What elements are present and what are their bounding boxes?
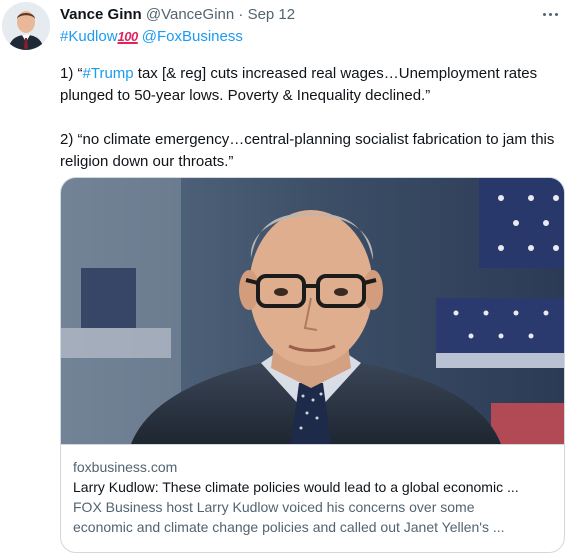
more-horizontal-icon xyxy=(542,12,546,16)
author-handle[interactable]: @VanceGinn xyxy=(146,6,234,23)
mention-foxbusiness[interactable]: @FoxBusiness xyxy=(142,28,243,45)
avatar-image xyxy=(2,2,50,50)
card-description-line-1: FOX Business host Larry Kudlow voiced hi… xyxy=(73,499,475,515)
card-title[interactable]: Larry Kudlow: These climate policies wou… xyxy=(73,477,552,497)
tweet-date[interactable]: Sep 12 xyxy=(248,6,296,23)
hashtag-trump[interactable]: #Trump xyxy=(83,65,134,82)
tweet-text: 1) “#Trump tax [& reg] cuts increased re… xyxy=(60,63,560,195)
card-domain: foxbusiness.com xyxy=(73,459,178,475)
tags-line: #Kudlow100 @FoxBusiness xyxy=(60,27,243,47)
paragraph-1: 1) “#Trump tax [& reg] cuts increased re… xyxy=(60,65,538,104)
separator-dot: · xyxy=(238,6,244,23)
card-thumbnail-image xyxy=(61,178,564,444)
link-preview-card[interactable]: foxbusiness.com Larry Kudlow: These clim… xyxy=(60,177,565,553)
paragraph-2: 2) “no climate emergency…central-plannin… xyxy=(60,131,555,170)
tweet-header: Vance Ginn @VanceGinn · Sep 12 xyxy=(60,5,295,25)
avatar[interactable] xyxy=(2,2,50,50)
hundred-points-icon: 100 xyxy=(117,29,139,44)
card-meta: foxbusiness.com Larry Kudlow: These clim… xyxy=(61,444,564,552)
hashtag-kudlow[interactable]: #Kudlow xyxy=(60,28,118,45)
card-description-line-2: economic and climate change policies and… xyxy=(73,519,505,535)
more-options-button[interactable] xyxy=(538,4,562,24)
author-name[interactable]: Vance Ginn xyxy=(60,6,142,23)
